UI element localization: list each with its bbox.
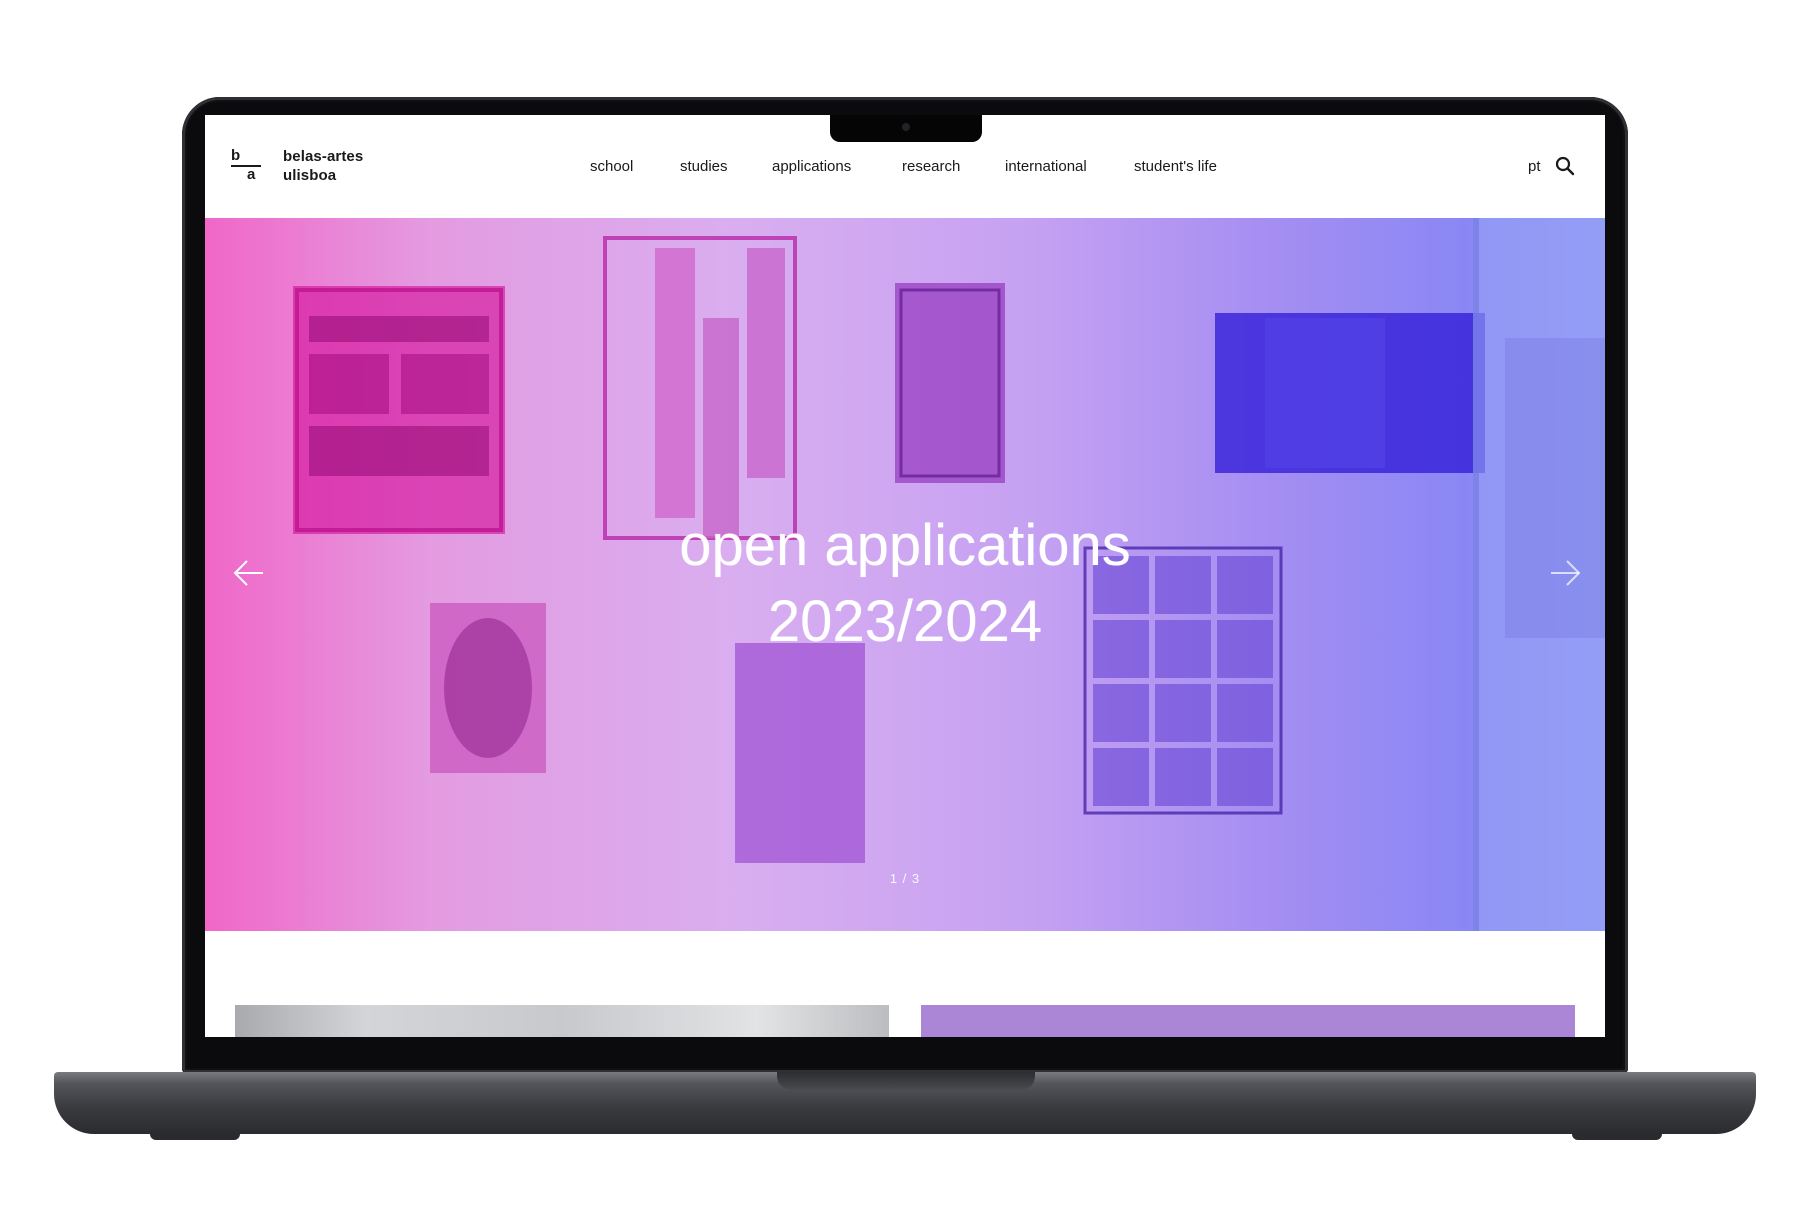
laptop-foot (150, 1134, 240, 1140)
arrow-left-icon[interactable] (229, 553, 269, 593)
arrow-right-icon[interactable] (1545, 553, 1585, 593)
site-logo[interactable]: b a (231, 148, 263, 184)
laptop-screen: b a belas-artes ulisboa school studies a… (205, 115, 1605, 1037)
nav-international[interactable]: international (1005, 158, 1087, 175)
search-icon[interactable] (1554, 155, 1576, 177)
brand-line-1: belas-artes (283, 148, 364, 165)
hero-title[interactable]: open applications 2023/2024 (555, 508, 1255, 660)
feature-card-left[interactable] (235, 1005, 889, 1037)
hero-title-line-1: open applications (679, 513, 1131, 578)
feature-card-right[interactable] (921, 1005, 1575, 1037)
hero-slider: open applications 2023/2024 1 / 3 (205, 218, 1605, 931)
hero-title-line-2: 2023/2024 (767, 589, 1043, 654)
laptop-opening-notch (777, 1072, 1035, 1090)
brand-name[interactable]: belas-artes ulisboa (283, 147, 363, 185)
logo-letter-a: a (247, 166, 256, 183)
logo-divider (231, 165, 261, 167)
brand-line-2: ulisboa (283, 167, 337, 184)
camera-notch (830, 115, 982, 142)
camera-icon (902, 123, 910, 131)
nav-research[interactable]: research (902, 158, 960, 175)
nav-applications[interactable]: applications (772, 158, 851, 175)
logo-letter-b: b (231, 147, 241, 164)
laptop-foot (1572, 1134, 1662, 1140)
slide-counter: 1 / 3 (889, 871, 921, 886)
nav-studies[interactable]: studies (680, 158, 728, 175)
nav-school[interactable]: school (590, 158, 633, 175)
language-switch[interactable]: pt (1528, 158, 1541, 175)
nav-students-life[interactable]: student's life (1134, 158, 1217, 175)
